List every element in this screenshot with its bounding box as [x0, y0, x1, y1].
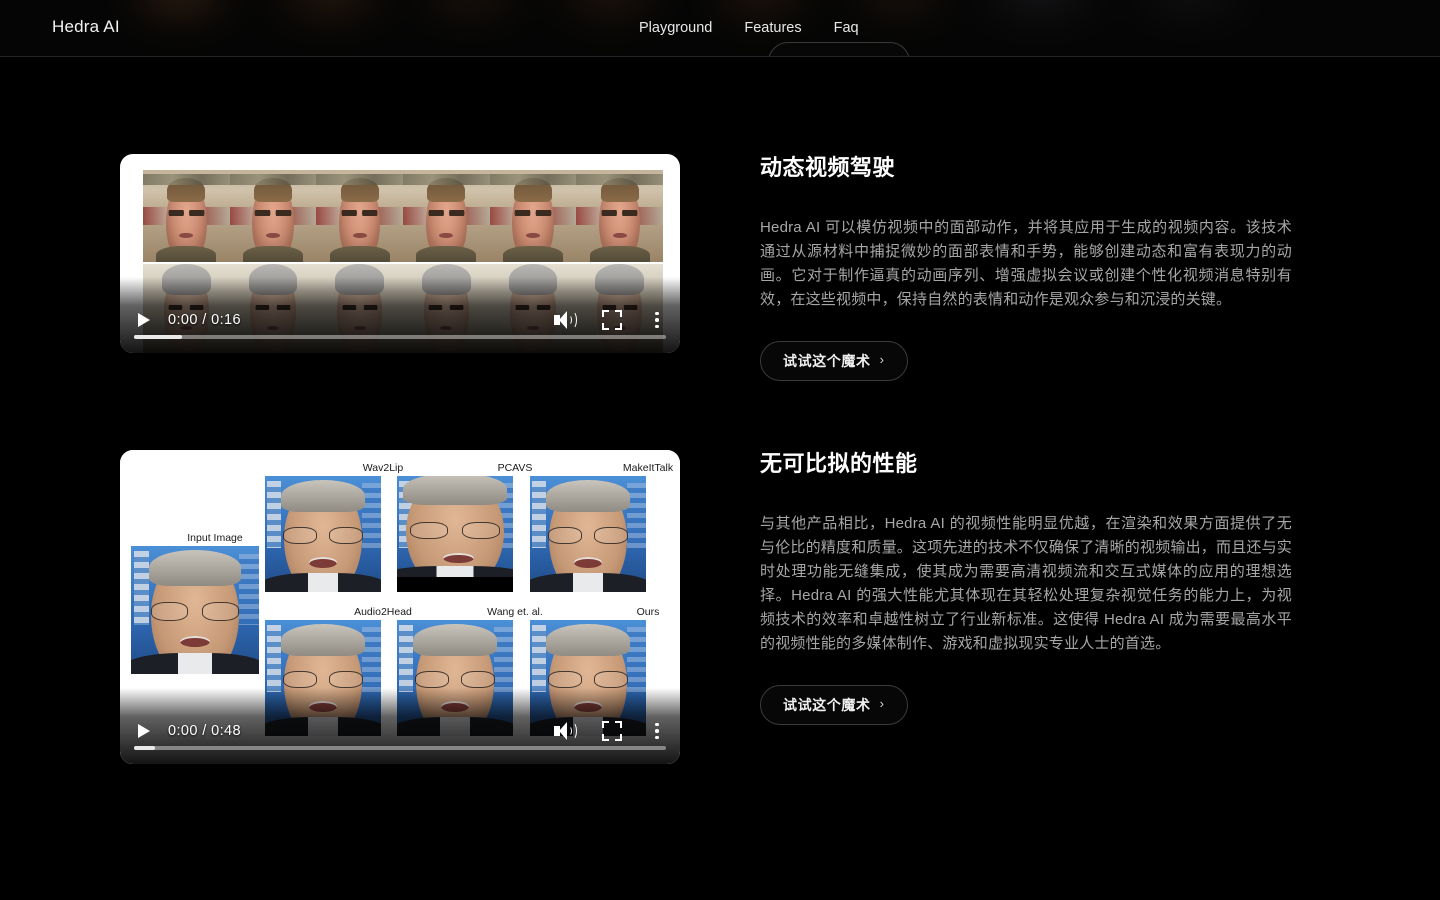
comparison-label-ours: Ours — [636, 606, 660, 618]
nav-link-playground[interactable]: Playground — [639, 20, 712, 36]
video-time-display: 0:00 / 0:48 — [168, 723, 241, 739]
page-content: 0:00 / 0:16 动态视频驾驶 Hedra AI 可以模仿视频中的面部动作… — [0, 57, 1440, 900]
chevron-right-icon: › — [879, 352, 885, 368]
comparison-label-audio2head: Audio2Head — [354, 606, 412, 618]
main-navigation: Playground Features Faq — [639, 20, 859, 36]
header-cta-button[interactable]: Try Hedra — [768, 42, 910, 56]
comparison-label-wang: Wang et. al. — [487, 606, 543, 618]
play-icon[interactable] — [134, 310, 154, 330]
site-logo[interactable]: Hedra AI — [52, 17, 120, 37]
comparison-label-wav2lip: Wav2Lip — [362, 462, 404, 474]
video-thumbnail-frame — [143, 170, 230, 262]
chevron-right-icon: › — [879, 696, 885, 712]
video-thumbnail-frame — [316, 170, 404, 262]
fullscreen-icon[interactable] — [602, 721, 622, 741]
play-icon[interactable] — [134, 721, 154, 741]
volume-icon[interactable] — [552, 720, 578, 742]
feature-text-column-2: 无可比拟的性能 与其他产品相比，Hedra AI 的视频性能明显优越，在渲染和效… — [760, 450, 1292, 725]
comparison-label-pcavs: PCAVS — [497, 462, 533, 474]
comparison-label-makeittalk: MakeItTalk — [622, 462, 674, 474]
try-magic-button-2[interactable]: 试试这个魔术 › — [760, 684, 908, 725]
feature-title-1: 动态视频驾驶 — [760, 155, 896, 180]
more-options-icon[interactable] — [646, 720, 668, 742]
nav-link-faq[interactable]: Faq — [834, 20, 859, 36]
video-player-card-2[interactable]: Input Image Wav2Lip PCAVS MakeItTalk Aud… — [120, 450, 680, 764]
video-frame-2: Input Image Wav2Lip PCAVS MakeItTalk Aud… — [120, 450, 680, 764]
video-player-card-1[interactable]: 0:00 / 0:16 — [120, 154, 680, 353]
try-magic-label-1: 试试这个魔术 — [783, 352, 871, 369]
video-thumbnail-frame — [229, 170, 317, 262]
comparison-tile-pcavs — [397, 476, 513, 592]
try-magic-label-2: 试试这个魔术 — [783, 696, 871, 713]
video-thumbnail-frame — [403, 170, 490, 262]
comparison-label-input: Input Image — [187, 532, 243, 544]
comparison-tile-input — [131, 546, 259, 674]
more-options-icon[interactable] — [646, 309, 668, 331]
nav-link-features[interactable]: Features — [744, 20, 801, 36]
feature-body-1: Hedra AI 可以模仿视频中的面部动作，并将其应用于生成的视频内容。该技术通… — [760, 218, 1292, 308]
feature-body-2: 与其他产品相比，Hedra AI 的视频性能明显优越，在渲染和效果方面提供了无与… — [760, 514, 1293, 652]
video-frame-1: 0:00 / 0:16 — [120, 154, 680, 353]
comparison-tile-makeittalk — [530, 476, 646, 592]
video-time-display: 0:00 / 0:16 — [168, 312, 241, 328]
volume-icon[interactable] — [552, 309, 578, 331]
fullscreen-icon[interactable] — [602, 310, 622, 330]
try-magic-button-1[interactable]: 试试这个魔术 › — [760, 340, 908, 381]
comparison-tile-wav2lip — [265, 476, 381, 592]
video-thumbnail-frame — [489, 170, 577, 262]
feature-title-2: 无可比拟的性能 — [760, 451, 918, 476]
video-frame-row-top — [143, 170, 664, 262]
site-header: Hedra AI Playground Features Faq Try Hed… — [0, 0, 1440, 57]
feature-text-column-1: 动态视频驾驶 Hedra AI 可以模仿视频中的面部动作，并将其应用于生成的视频… — [760, 154, 1292, 381]
video-thumbnail-frame — [576, 170, 664, 262]
